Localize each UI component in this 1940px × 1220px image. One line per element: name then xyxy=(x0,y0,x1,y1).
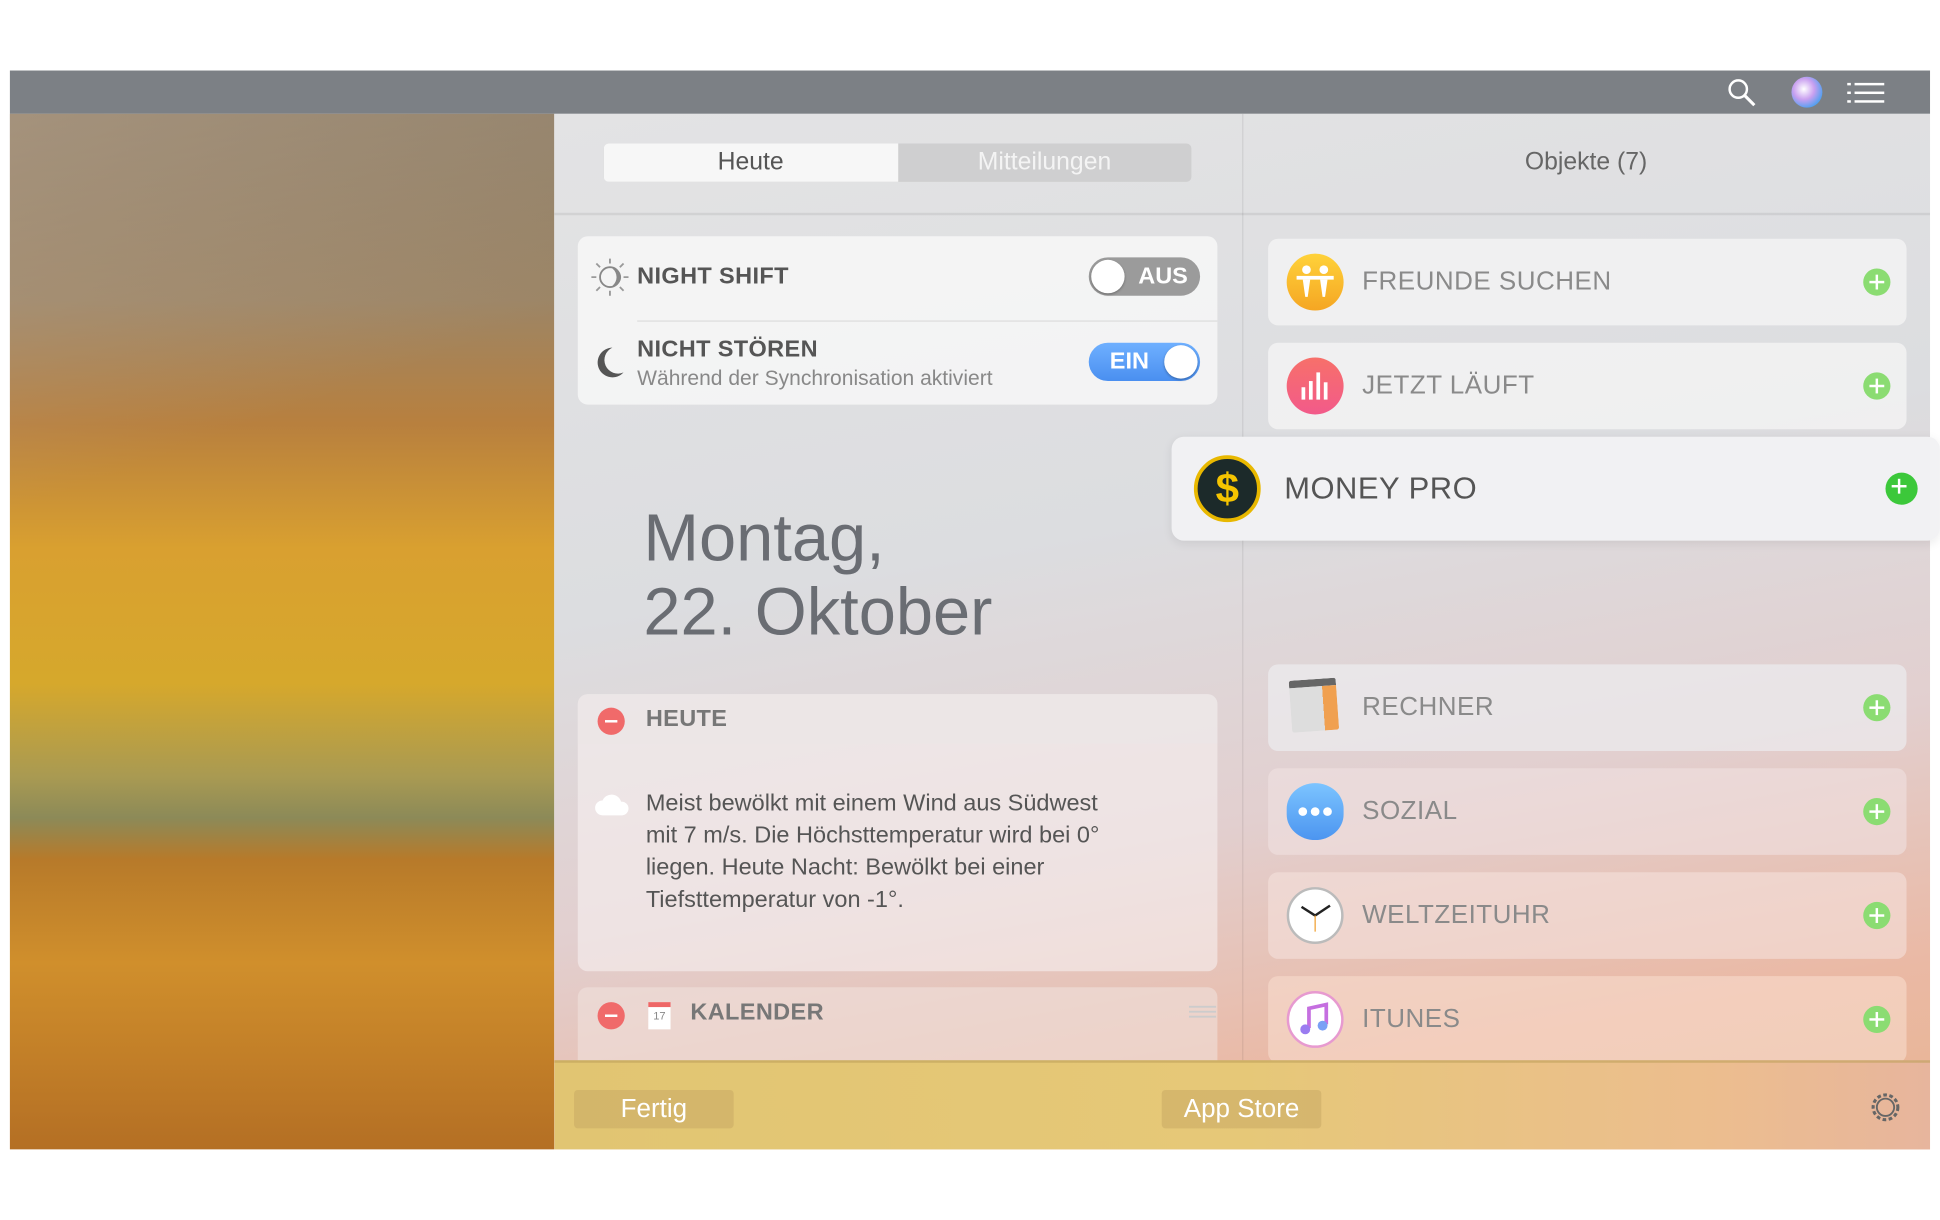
search-icon[interactable] xyxy=(1727,78,1757,108)
widget-item-sozial[interactable]: SOZIAL xyxy=(1268,768,1907,855)
item-label: FREUNDE SUCHEN xyxy=(1362,267,1612,296)
night-shift-icon xyxy=(591,258,629,296)
do-not-disturb-label: NICHT STÖREN xyxy=(637,336,818,363)
night-shift-label: NIGHT SHIFT xyxy=(637,263,789,290)
divider xyxy=(637,320,1218,322)
widget-item-rechner[interactable]: RECHNER xyxy=(1268,664,1907,751)
remove-widget-button[interactable] xyxy=(597,1002,625,1030)
add-widget-button[interactable] xyxy=(1863,1005,1891,1034)
weather-line: Tiefsttemperatur von -1°. xyxy=(645,887,904,914)
do-not-disturb-subtitle: Während der Synchronisation aktiviert xyxy=(637,366,993,390)
item-label: MONEY PRO xyxy=(1284,471,1478,507)
money-pro-icon: $ xyxy=(1193,455,1261,523)
siri-icon[interactable] xyxy=(1791,76,1823,108)
item-label: JETZT LÄUFT xyxy=(1362,371,1535,400)
night-shift-state: AUS xyxy=(1138,262,1188,289)
do-not-disturb-state: EIN xyxy=(1109,348,1149,375)
widget-item-itunes[interactable]: ITUNES xyxy=(1268,976,1907,1063)
widget-item-weltzeituhr[interactable]: WELTZEITUHR xyxy=(1268,872,1907,959)
tab-heute[interactable]: Heute xyxy=(603,143,898,182)
weather-text: Meist bewölkt mit einem Wind aus Südwest… xyxy=(646,788,1100,917)
date-weekday: Montag, xyxy=(643,501,885,576)
add-widget-button[interactable] xyxy=(1863,797,1891,826)
column-divider xyxy=(1242,113,1244,1061)
calendar-icon: 17 xyxy=(648,1002,671,1030)
widget-item-freunde-suchen[interactable]: FREUNDE SUCHEN xyxy=(1268,238,1907,326)
item-label: WELTZEITUHR xyxy=(1362,900,1551,930)
objects-header: Objekte (7) xyxy=(1524,148,1648,176)
widget-title: HEUTE xyxy=(645,706,728,733)
item-label: RECHNER xyxy=(1362,692,1495,722)
controls-card: NIGHT SHIFT AUS NICHT STÖREN Während der… xyxy=(577,236,1218,405)
item-label: SOZIAL xyxy=(1362,796,1458,826)
fertig-button[interactable]: Fertig xyxy=(574,1089,734,1129)
tab-mitteilungen[interactable]: Mitteilungen xyxy=(898,144,1192,182)
add-widget-button[interactable] xyxy=(1863,694,1891,722)
desktop-wallpaper xyxy=(9,113,555,1150)
menu-bar xyxy=(9,70,1931,114)
itunes-icon xyxy=(1286,990,1344,1048)
bottom-bar: Fertig App Store xyxy=(554,1060,1931,1150)
moon-icon xyxy=(597,347,624,378)
app-store-button[interactable]: App Store xyxy=(1161,1089,1322,1129)
widget-item-jetzt-laeuft[interactable]: JETZT LÄUFT xyxy=(1268,342,1907,430)
weather-line: mit 7 m/s. Die Höchsttemperatur wird bei… xyxy=(645,822,1100,849)
add-widget-button[interactable] xyxy=(1885,472,1918,505)
date-day: 22. Oktober xyxy=(643,575,993,650)
widget-title: KALENDER xyxy=(690,999,824,1026)
notification-center-panel: Heute Mitteilungen Objekte (7) NIGHT SHI… xyxy=(554,113,1931,1150)
notification-center-icon[interactable] xyxy=(1847,80,1887,105)
calculator-icon xyxy=(1288,677,1340,733)
remove-widget-button[interactable] xyxy=(597,707,625,735)
header-divider xyxy=(554,212,1931,216)
item-label: ITUNES xyxy=(1362,1004,1461,1034)
weather-widget: HEUTE Meist bewölkt mit einem Wind aus S… xyxy=(577,694,1218,972)
gear-icon[interactable] xyxy=(1867,1089,1904,1126)
add-widget-button[interactable] xyxy=(1863,901,1891,930)
find-friends-icon xyxy=(1286,253,1344,311)
now-playing-icon xyxy=(1286,357,1344,415)
drag-handle-icon[interactable] xyxy=(1188,1005,1217,1020)
social-icon xyxy=(1286,783,1344,841)
add-widget-button[interactable] xyxy=(1863,372,1891,400)
segmented-control: Heute Mitteilungen xyxy=(603,143,1192,182)
widget-item-money-pro[interactable]: $ MONEY PRO xyxy=(1171,436,1940,541)
night-shift-toggle[interactable]: AUS xyxy=(1088,257,1201,296)
world-clock-icon xyxy=(1286,887,1344,944)
cloud-icon xyxy=(595,794,629,816)
add-widget-button[interactable] xyxy=(1863,268,1891,296)
weather-line: Meist bewölkt mit einem Wind aus Südwest xyxy=(645,790,1098,817)
do-not-disturb-toggle[interactable]: EIN xyxy=(1088,342,1201,382)
weather-line: liegen. Heute Nacht: Bewölkt bei einer xyxy=(645,854,1045,881)
